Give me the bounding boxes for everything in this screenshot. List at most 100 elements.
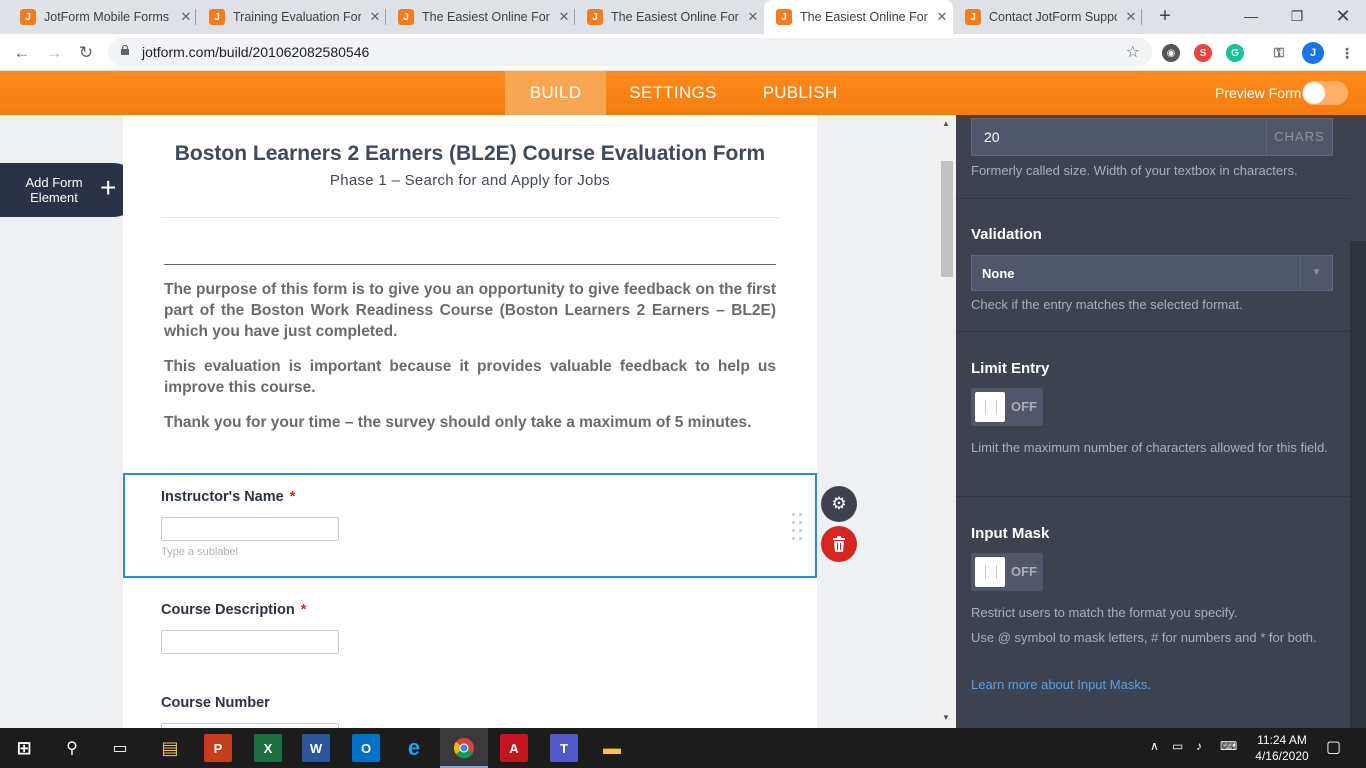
- divider: [161, 217, 779, 218]
- key-icon[interactable]: ⚿: [1270, 44, 1288, 62]
- form-card: Boston Learners 2 Earners (BL2E) Course …: [123, 115, 817, 728]
- folder-icon[interactable]: ▬: [598, 734, 626, 762]
- browser-tab-2[interactable]: J Training Evaluation Form ✕: [197, 0, 386, 34]
- excel-icon[interactable]: X: [254, 734, 282, 762]
- keyboard-icon[interactable]: ⌨: [1220, 739, 1237, 753]
- notifications-icon[interactable]: ▢: [1326, 737, 1341, 757]
- clock-date: 4/16/2020: [1255, 749, 1309, 763]
- restore-icon[interactable]: ❐: [1274, 0, 1320, 34]
- field-label[interactable]: Course Description *: [161, 602, 306, 618]
- scroll-down-arrow-icon[interactable]: ▼: [942, 713, 950, 722]
- form-subtitle[interactable]: Phase 1 – Search for and Apply for Jobs: [123, 172, 817, 189]
- close-window-icon[interactable]: ✕: [1320, 0, 1366, 34]
- drag-handle-icon[interactable]: [792, 513, 804, 541]
- tab-title: Contact JotForm Support: [989, 10, 1117, 24]
- add-form-element-label: Add Form Element: [25, 175, 83, 205]
- input-mask-toggle[interactable]: OFF: [971, 553, 1043, 591]
- input-mask-description: Restrict users to match the format you s…: [971, 605, 1238, 620]
- delete-field-trash-icon[interactable]: [821, 526, 857, 562]
- preview-form-label: Preview Form: [1215, 85, 1302, 101]
- more-menu-icon[interactable]: ⋮: [1338, 44, 1356, 62]
- show-hidden-icons-icon[interactable]: ∧: [1150, 739, 1159, 753]
- instructor-name-input[interactable]: [161, 517, 339, 541]
- validation-select[interactable]: None ▼: [971, 255, 1333, 291]
- windows-taskbar: ⊞ ⚲ ▭ ▤ P X W O e A T ▬ ∧ ▭ ♪ ⌨ 11:24 AM…: [0, 728, 1366, 768]
- field-course-number[interactable]: Course Number: [123, 683, 817, 728]
- chrome-icon[interactable]: [450, 734, 478, 762]
- system-clock[interactable]: 11:24 AM 4/16/2020: [1252, 732, 1312, 764]
- sublabel-placeholder[interactable]: Type a sublabel: [161, 546, 238, 558]
- field-label[interactable]: Course Number: [161, 695, 270, 711]
- tab-close-icon[interactable]: ✕: [367, 9, 383, 25]
- browser-tab-1[interactable]: J JotForm Mobile Forms ✕: [8, 0, 196, 34]
- windows-start-icon[interactable]: ⊞: [10, 734, 38, 762]
- extension-icon[interactable]: ◉: [1162, 44, 1180, 62]
- battery-icon[interactable]: ▭: [1172, 739, 1183, 753]
- clock-time: 11:24 AM: [1257, 733, 1307, 747]
- file-explorer-icon[interactable]: ▤: [156, 734, 184, 762]
- search-icon[interactable]: ⚲: [58, 734, 86, 762]
- address-bar[interactable]: jotform.com/build/201062082580546 ☆: [108, 38, 1152, 66]
- tab-title: The Easiest Online Form: [800, 10, 928, 24]
- width-description: Formerly called size. Width of your text…: [971, 163, 1298, 178]
- profile-avatar[interactable]: J: [1302, 42, 1324, 64]
- reload-icon[interactable]: ↻: [74, 42, 98, 64]
- word-icon[interactable]: W: [302, 734, 330, 762]
- learn-more-input-masks-link[interactable]: Learn more about Input Masks: [971, 677, 1147, 692]
- intro-paragraph[interactable]: Thank you for your time – the survey sho…: [164, 412, 776, 433]
- tab-title: The Easiest Online Form: [611, 10, 739, 24]
- divider: [164, 264, 776, 265]
- field-label[interactable]: Instructor's Name *: [161, 489, 295, 505]
- back-arrow-icon[interactable]: ←: [10, 42, 34, 64]
- task-view-icon[interactable]: ▭: [106, 734, 134, 762]
- acrobat-icon[interactable]: A: [500, 734, 528, 762]
- width-unit-label: CHARS: [1266, 119, 1332, 155]
- browser-tab-5-active[interactable]: J The Easiest Online Form ✕: [764, 0, 953, 34]
- plus-icon: +: [100, 172, 117, 203]
- course-description-input[interactable]: [161, 630, 339, 654]
- scroll-up-arrow-icon[interactable]: ▲: [942, 119, 950, 128]
- preview-form-toggle[interactable]: [1302, 81, 1348, 105]
- limit-entry-description: Limit the maximum number of characters a…: [971, 440, 1328, 455]
- tab-close-icon[interactable]: ✕: [556, 9, 572, 25]
- canvas-scrollbar[interactable]: ▲ ▼: [938, 115, 956, 728]
- new-tab-button[interactable]: +: [1155, 5, 1175, 29]
- limit-entry-section: Limit Entry OFF Limit the maximum number…: [956, 332, 1350, 497]
- edge-icon[interactable]: e: [400, 734, 428, 762]
- tab-close-icon[interactable]: ✕: [934, 9, 950, 25]
- volume-icon[interactable]: ♪: [1196, 739, 1202, 753]
- tab-publish[interactable]: PUBLISH: [752, 71, 848, 115]
- limit-entry-toggle[interactable]: OFF: [971, 388, 1043, 426]
- browser-tab-6[interactable]: J Contact JotForm Support ✕: [953, 0, 1142, 34]
- tab-build[interactable]: BUILD: [505, 71, 606, 115]
- browser-tab-4[interactable]: J The Easiest Online Form ✕: [575, 0, 764, 34]
- tab-close-icon[interactable]: ✕: [1123, 9, 1139, 25]
- extension-icon[interactable]: S: [1194, 44, 1212, 62]
- browser-tab-3[interactable]: J The Easiest Online Form ✕: [386, 0, 575, 34]
- required-asterisk: *: [300, 602, 307, 618]
- forward-arrow-icon[interactable]: →: [42, 42, 66, 64]
- tab-close-icon[interactable]: ✕: [178, 9, 194, 25]
- input-mask-hint: Use @ symbol to mask letters, # for numb…: [971, 630, 1317, 645]
- intro-paragraph[interactable]: This evaluation is important because it …: [164, 356, 776, 398]
- bookmark-star-icon[interactable]: ☆: [1126, 42, 1140, 62]
- jotform-favicon-icon: J: [776, 9, 792, 25]
- jotform-favicon-icon: J: [587, 9, 603, 25]
- add-form-element-button[interactable]: Add Form Element +: [0, 163, 140, 217]
- powerpoint-icon[interactable]: P: [204, 734, 232, 762]
- minimize-icon[interactable]: —: [1228, 0, 1274, 34]
- tab-settings[interactable]: SETTINGS: [617, 71, 729, 115]
- field-settings-gear-icon[interactable]: ⚙: [821, 486, 857, 522]
- form-title[interactable]: Boston Learners 2 Earners (BL2E) Course …: [123, 142, 817, 166]
- grammarly-icon[interactable]: G: [1226, 44, 1244, 62]
- panel-scrollbar[interactable]: [1350, 241, 1366, 728]
- teams-icon[interactable]: T: [550, 734, 578, 762]
- scrollbar-thumb[interactable]: [941, 161, 953, 277]
- width-input[interactable]: 20 CHARS: [971, 118, 1333, 156]
- field-course-description[interactable]: Course Description *: [123, 590, 817, 670]
- outlook-icon[interactable]: O: [352, 734, 380, 762]
- field-instructor-name[interactable]: Instructor's Name * Type a sublabel: [123, 473, 817, 578]
- intro-paragraph[interactable]: The purpose of this form is to give you …: [164, 279, 776, 342]
- tab-close-icon[interactable]: ✕: [745, 9, 761, 25]
- lock-icon: [121, 45, 129, 55]
